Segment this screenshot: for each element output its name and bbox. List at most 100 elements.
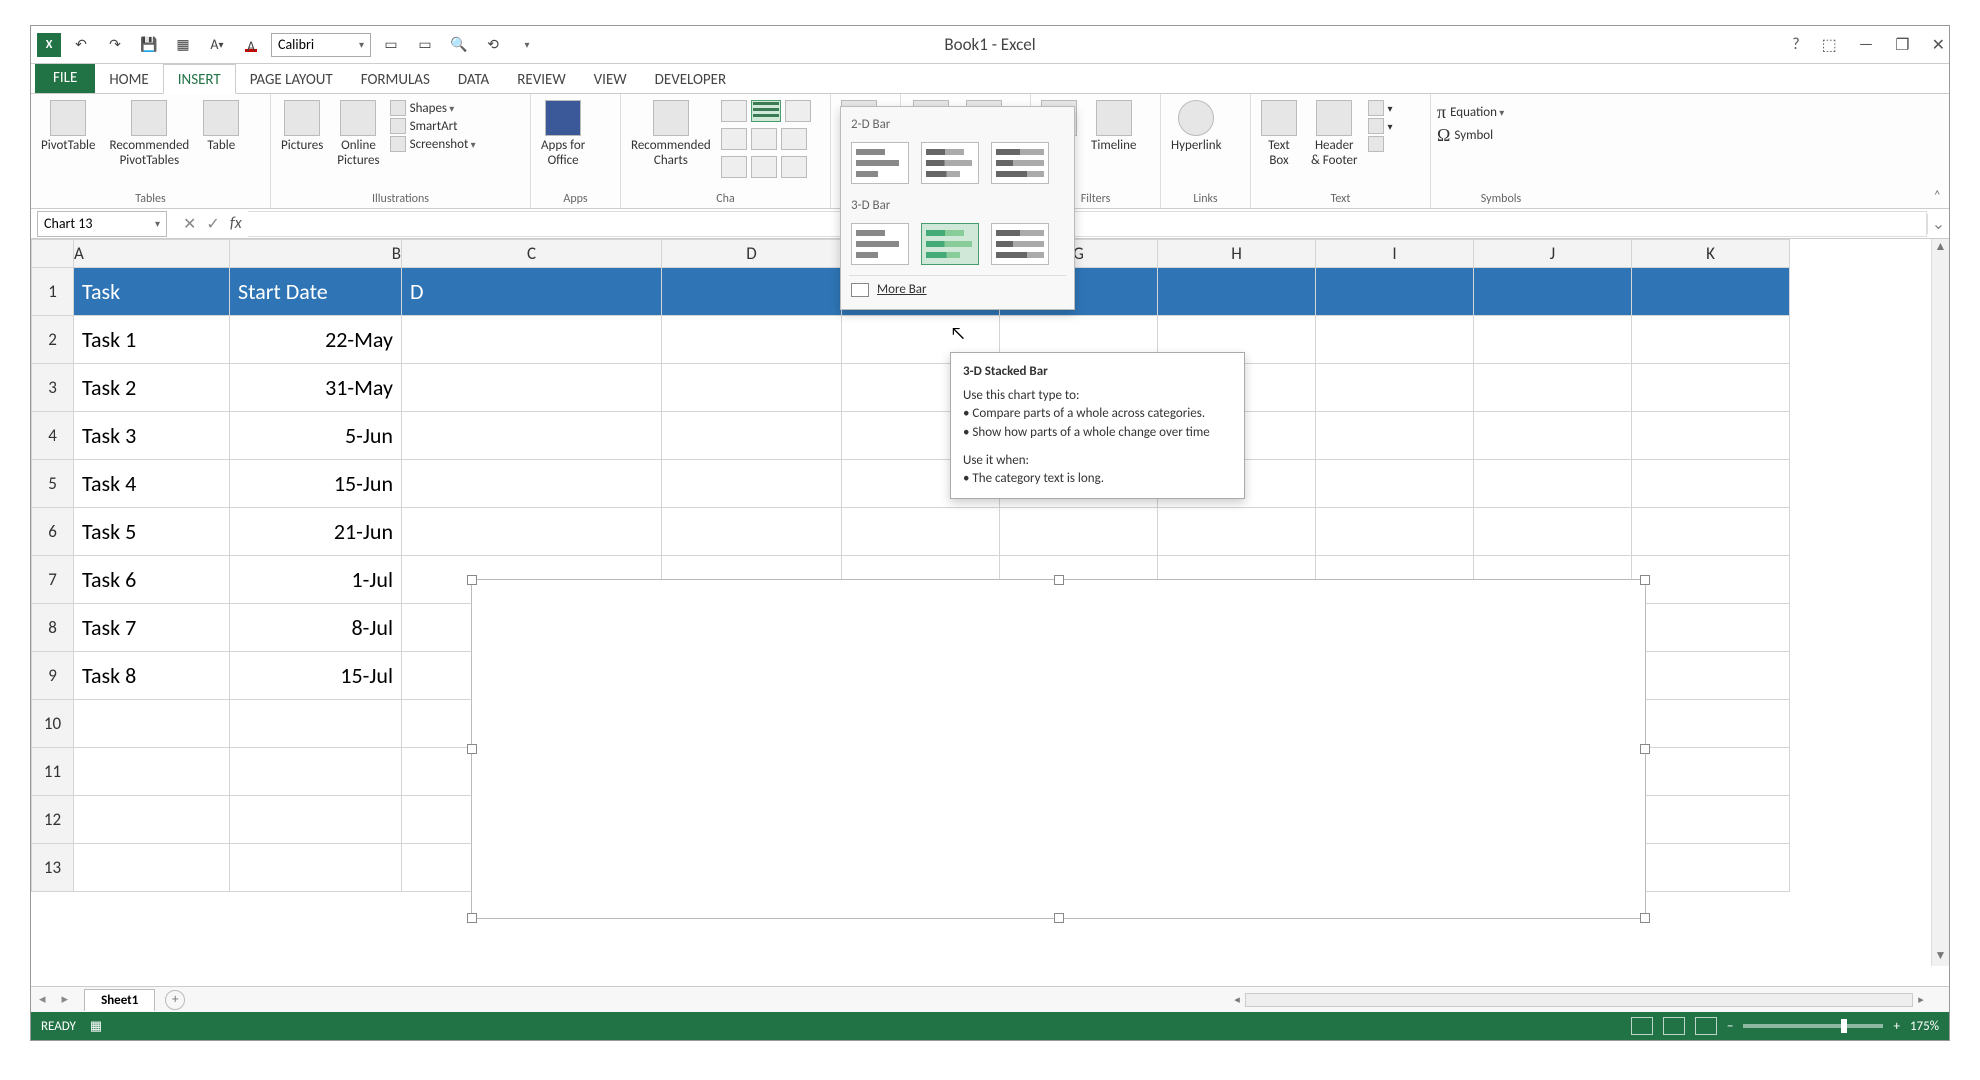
row-header[interactable]: 10 <box>32 700 74 748</box>
tab-file[interactable]: FILE <box>35 63 95 93</box>
cell[interactable] <box>1632 364 1790 412</box>
preview-button[interactable]: ▦ <box>169 31 197 59</box>
qa-btn-1[interactable]: ▭ <box>377 31 405 59</box>
col-header[interactable]: J <box>1474 240 1632 268</box>
collapse-ribbon-button[interactable]: ˄ <box>1933 187 1941 204</box>
pivottable-button[interactable]: PivotTable <box>37 98 100 170</box>
cell[interactable] <box>230 748 402 796</box>
row-header[interactable]: 3 <box>32 364 74 412</box>
cell[interactable] <box>1632 796 1790 844</box>
stock-chart-button[interactable] <box>785 100 811 122</box>
col-header[interactable]: D <box>662 240 842 268</box>
cell[interactable]: 22-May <box>230 316 402 364</box>
recommended-pivottables-button[interactable]: Recommended PivotTables <box>106 98 194 170</box>
cell[interactable] <box>1632 844 1790 892</box>
stacked-bar-100-3d[interactable] <box>991 223 1049 265</box>
zoom-in-button[interactable]: + <box>1893 1019 1899 1034</box>
clustered-bar-3d[interactable] <box>851 223 909 265</box>
cell[interactable]: Task <box>74 268 230 316</box>
tab-insert[interactable]: INSERT <box>163 64 236 94</box>
cell[interactable]: 15-Jul <box>230 652 402 700</box>
cell[interactable] <box>1474 460 1632 508</box>
cell[interactable]: Task 4 <box>74 460 230 508</box>
tab-data[interactable]: DATA <box>444 65 503 93</box>
cell[interactable]: Task 1 <box>74 316 230 364</box>
row-header[interactable]: 2 <box>32 316 74 364</box>
clustered-bar-2d[interactable] <box>851 142 909 184</box>
cell[interactable] <box>662 412 842 460</box>
col-header[interactable]: C <box>402 240 662 268</box>
tab-view[interactable]: VIEW <box>580 65 641 93</box>
cell[interactable] <box>1632 508 1790 556</box>
row-header[interactable]: 6 <box>32 508 74 556</box>
row-header[interactable]: 13 <box>32 844 74 892</box>
table-button[interactable]: Table <box>199 98 243 170</box>
cell[interactable] <box>662 268 842 316</box>
macro-record-icon[interactable]: ▦ <box>90 1019 102 1034</box>
name-box[interactable]: Chart 13▾ <box>37 211 167 237</box>
page-layout-view-button[interactable] <box>1663 1017 1685 1035</box>
zoom-level[interactable]: 175% <box>1910 1019 1939 1034</box>
textbox-button[interactable]: Text Box <box>1257 98 1301 170</box>
wordart-button[interactable]: ▾ <box>1368 100 1393 116</box>
font-size-down[interactable]: A▾ <box>203 31 231 59</box>
cell[interactable] <box>662 508 842 556</box>
cell[interactable] <box>1474 316 1632 364</box>
row-header[interactable]: 11 <box>32 748 74 796</box>
cell[interactable] <box>74 844 230 892</box>
more-bar-charts[interactable]: More Bar <box>849 275 1066 303</box>
vertical-scrollbar[interactable]: ▲ ▼ <box>1931 239 1949 966</box>
cell[interactable] <box>1158 268 1316 316</box>
tab-page-layout[interactable]: PAGE LAYOUT <box>236 65 347 93</box>
cell[interactable] <box>1316 508 1474 556</box>
chart-placeholder[interactable] <box>471 579 1646 919</box>
cell[interactable] <box>1158 508 1316 556</box>
fx-icon[interactable]: fx <box>230 214 248 233</box>
enter-formula-icon[interactable]: ✓ <box>206 214 219 234</box>
new-sheet-button[interactable]: + <box>165 990 185 1010</box>
line-chart-button[interactable] <box>721 128 747 150</box>
cell[interactable] <box>1632 556 1790 604</box>
cell[interactable] <box>662 364 842 412</box>
online-pictures-button[interactable]: Online Pictures <box>333 98 383 170</box>
cell[interactable] <box>1632 748 1790 796</box>
object-button[interactable] <box>1368 136 1393 152</box>
cell[interactable] <box>1632 316 1790 364</box>
redo-button[interactable]: ↷ <box>101 31 129 59</box>
row-header[interactable]: 5 <box>32 460 74 508</box>
row-header[interactable]: 9 <box>32 652 74 700</box>
scatter-chart-button[interactable] <box>751 156 777 178</box>
header-footer-button[interactable]: Header & Footer <box>1307 98 1362 170</box>
cell[interactable] <box>402 316 662 364</box>
cell[interactable] <box>662 316 842 364</box>
select-all-corner[interactable] <box>32 240 74 268</box>
ribbon-display-options[interactable]: ⬚ <box>1822 35 1837 55</box>
apps-for-office-button[interactable]: Apps for Office <box>537 98 589 170</box>
cell[interactable]: 15-Jun <box>230 460 402 508</box>
cell[interactable]: 5-Jun <box>230 412 402 460</box>
normal-view-button[interactable] <box>1631 1017 1653 1035</box>
minimize-button[interactable]: — <box>1859 35 1873 54</box>
cell[interactable] <box>1316 364 1474 412</box>
cell[interactable] <box>230 700 402 748</box>
cell[interactable] <box>1632 268 1790 316</box>
stacked-bar-2d[interactable] <box>921 142 979 184</box>
col-header[interactable]: K <box>1632 240 1790 268</box>
horizontal-scrollbar[interactable]: ◂▸ <box>1229 992 1929 1008</box>
more-charts-button[interactable] <box>781 156 807 178</box>
qa-refresh[interactable]: ⟲ <box>479 31 507 59</box>
pie-chart-button[interactable] <box>721 156 747 178</box>
cell[interactable] <box>402 508 662 556</box>
shapes-button[interactable]: Shapes <box>390 100 476 116</box>
cell[interactable] <box>230 796 402 844</box>
cell[interactable] <box>1632 412 1790 460</box>
bar-chart-button[interactable] <box>751 100 781 122</box>
col-header[interactable]: I <box>1316 240 1474 268</box>
cell[interactable]: Task 2 <box>74 364 230 412</box>
stacked-bar-100-2d[interactable] <box>991 142 1049 184</box>
symbol-button[interactable]: ΩSymbol <box>1437 125 1565 146</box>
col-header[interactable]: A <box>74 240 230 268</box>
tab-review[interactable]: REVIEW <box>503 65 579 93</box>
cell[interactable] <box>402 460 662 508</box>
cell[interactable]: Task 8 <box>74 652 230 700</box>
